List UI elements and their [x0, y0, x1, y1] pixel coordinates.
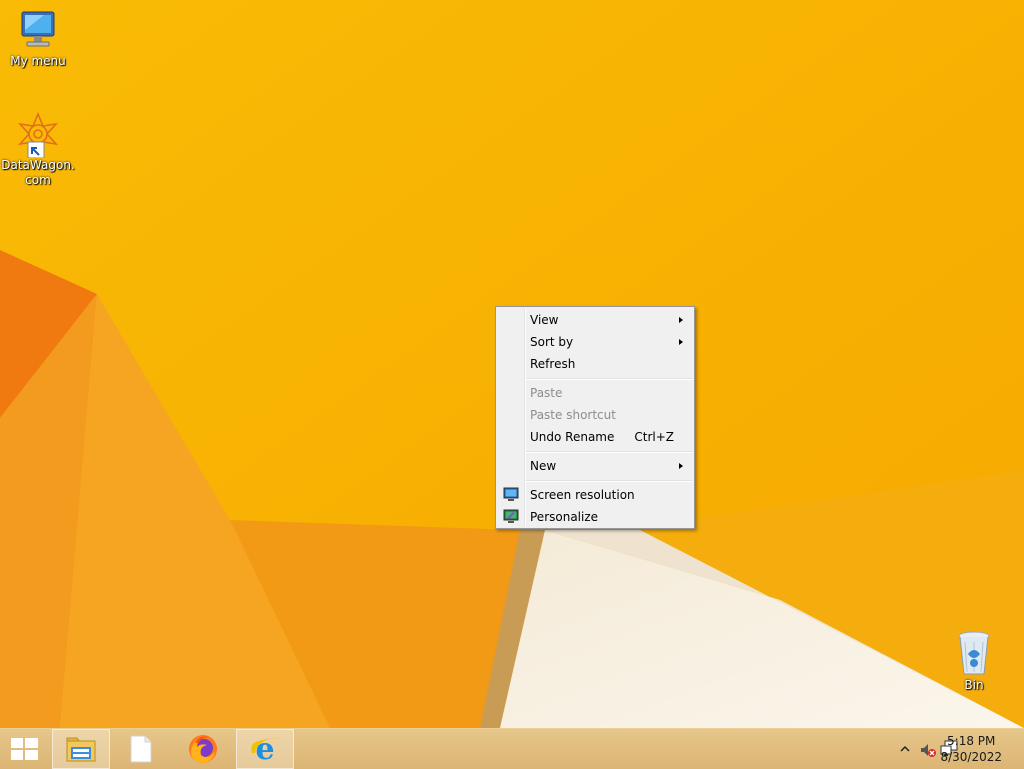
taskbar-document[interactable] — [112, 729, 170, 769]
display-icon — [503, 487, 519, 501]
internet-explorer-icon: e — [251, 733, 279, 765]
menu-separator — [526, 378, 692, 380]
clock-date: 8/30/2022 — [940, 750, 1002, 764]
menu-item-label: Refresh — [530, 357, 576, 371]
menu-item-shortcut: Ctrl+Z — [634, 430, 674, 444]
datawagon-shortcut-icon — [17, 112, 59, 158]
svg-text:e: e — [255, 733, 274, 765]
menu-item-label: Personalize — [530, 510, 599, 524]
taskbar: e 5:18 PM 8/30/2022 — [0, 728, 1024, 769]
system-tray: 5:18 PM 8/30/2022 — [864, 729, 1024, 769]
menu-item-personalize[interactable]: Personalize — [498, 506, 692, 528]
desktop-icon-label: My menu — [10, 54, 66, 68]
menu-item-paste[interactable]: Paste — [498, 382, 692, 404]
menu-separator — [526, 451, 692, 453]
desktop[interactable]: My menu DataWagon.com Bin View Sort by R… — [0, 0, 1024, 728]
computer-icon — [21, 11, 55, 47]
menu-item-label: View — [530, 313, 559, 327]
menu-item-refresh[interactable]: Refresh — [498, 353, 692, 375]
submenu-arrow-icon — [679, 339, 683, 345]
submenu-arrow-icon — [679, 463, 683, 469]
menu-item-undo-rename[interactable]: Undo Rename Ctrl+Z — [498, 426, 692, 448]
personalize-icon — [503, 509, 519, 523]
recycle-bin-icon — [958, 631, 990, 675]
taskbar-firefox[interactable] — [174, 729, 232, 769]
menu-item-label: Paste shortcut — [530, 408, 616, 422]
menu-item-label: Screen resolution — [530, 488, 635, 502]
menu-item-paste-shortcut[interactable]: Paste shortcut — [498, 404, 692, 426]
desktop-icon-bin[interactable]: Bin — [936, 630, 1012, 693]
taskbar-clock[interactable]: 5:18 PM 8/30/2022 — [940, 733, 1002, 765]
menu-separator — [526, 480, 692, 482]
menu-item-screen-resolution[interactable]: Screen resolution — [498, 484, 692, 506]
document-icon — [130, 735, 152, 763]
speaker-muted-icon[interactable] — [919, 741, 937, 759]
menu-item-label: Undo Rename — [530, 430, 615, 444]
submenu-arrow-icon — [679, 317, 683, 323]
menu-item-label: Sort by — [530, 335, 574, 349]
file-explorer-icon — [66, 737, 96, 762]
menu-item-new[interactable]: New — [498, 455, 692, 477]
desktop-icon-datawagon[interactable]: DataWagon.com — [0, 112, 76, 188]
taskbar-file-explorer[interactable] — [52, 729, 110, 769]
menu-item-label: New — [530, 459, 557, 473]
menu-item-label: Paste — [530, 386, 563, 400]
windows-logo-icon — [11, 738, 38, 760]
menu-item-sort-by[interactable]: Sort by — [498, 331, 692, 353]
firefox-icon — [189, 735, 217, 763]
desktop-context-menu: View Sort by Refresh Paste Paste shortcu… — [495, 306, 695, 529]
start-button[interactable] — [0, 729, 48, 769]
desktop-icon-label: DataWagon.com — [1, 158, 75, 187]
menu-item-view[interactable]: View — [498, 309, 692, 331]
clock-time: 5:18 PM — [947, 734, 996, 748]
desktop-icon-my-menu[interactable]: My menu — [0, 10, 76, 69]
desktop-icon-label: Bin — [964, 678, 984, 692]
show-hidden-icons-chevron[interactable] — [900, 745, 910, 753]
taskbar-internet-explorer[interactable]: e — [236, 729, 294, 769]
